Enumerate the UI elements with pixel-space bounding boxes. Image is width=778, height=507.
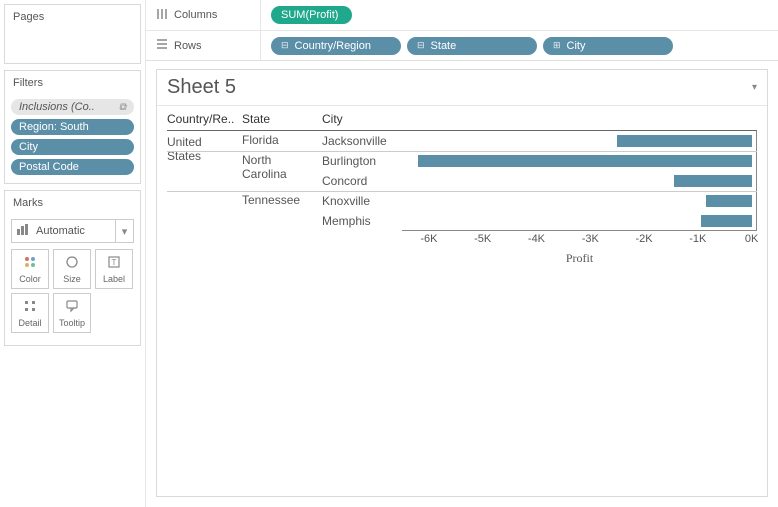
sheet-title[interactable]: Sheet 5	[167, 76, 236, 99]
columns-label: Columns	[174, 9, 217, 21]
color-icon	[23, 255, 37, 272]
chevron-down-icon[interactable]: ▾	[115, 220, 133, 242]
hierarchy-icon: ⊞	[553, 40, 561, 51]
header-country[interactable]: Country/Re..	[167, 112, 242, 126]
x-tick: -2K	[635, 233, 652, 245]
mark-detail-button[interactable]: Detail	[11, 293, 49, 333]
marks-type-label: Automatic	[34, 225, 115, 237]
bar-icon	[12, 224, 34, 238]
filters-card: Filters Inclusions (Co..⧉ Region: South Ci…	[4, 70, 141, 184]
state-label[interactable]: Tennessee	[242, 191, 322, 231]
x-tick: -5K	[474, 233, 491, 245]
filter-pill-1[interactable]: Region: South	[11, 119, 134, 135]
pages-title: Pages	[5, 5, 140, 29]
mark-tooltip-button[interactable]: Tooltip	[53, 293, 91, 333]
bar[interactable]	[701, 215, 752, 227]
hierarchy-icon: ⊟	[417, 40, 425, 51]
rows-pills-pill-0[interactable]: ⊟Country/Region	[271, 37, 401, 55]
country-label[interactable]: United	[167, 135, 242, 149]
marks-type-dropdown[interactable]: Automatic ▾	[11, 219, 134, 243]
x-tick: -3K	[582, 233, 599, 245]
state-label[interactable]: NorthCarolina	[242, 151, 322, 191]
columns-icon	[156, 8, 168, 23]
bar[interactable]	[617, 135, 751, 147]
rows-label: Rows	[174, 40, 202, 52]
filters-title: Filters	[5, 71, 140, 95]
pages-shelf[interactable]: Pages	[4, 4, 141, 64]
columns-pills-pill-0[interactable]: SUM(Profit)	[271, 6, 352, 24]
city-label[interactable]: Knoxville	[322, 191, 402, 211]
columns-shelf[interactable]: Columns SUM(Profit)	[146, 0, 778, 30]
svg-text:T: T	[112, 258, 117, 267]
x-tick: -4K	[528, 233, 545, 245]
x-tick: -6K	[420, 233, 437, 245]
size-icon	[65, 255, 79, 272]
marks-card: Marks Automatic ▾ ColorSizeTLabelDetailT…	[4, 190, 141, 346]
mark-color-button[interactable]: Color	[11, 249, 49, 289]
viz-container: Sheet 5 ▾ Country/Re.. State City United…	[156, 69, 768, 497]
x-tick: 0K	[745, 233, 758, 245]
filter-pill-2[interactable]: City	[11, 139, 134, 155]
header-city[interactable]: City	[322, 112, 402, 126]
marks-title: Marks	[5, 191, 140, 215]
header-state[interactable]: State	[242, 112, 322, 126]
rows-pills-pill-2[interactable]: ⊞City	[543, 37, 673, 55]
x-tick: -1K	[689, 233, 706, 245]
detail-icon	[23, 299, 37, 316]
rows-pills-pill-1[interactable]: ⊟State	[407, 37, 537, 55]
filter-pill-0[interactable]: Inclusions (Co..⧉	[11, 99, 134, 115]
x-axis-label: Profit	[566, 251, 593, 266]
rows-icon	[156, 38, 168, 53]
mark-label-button[interactable]: TLabel	[95, 249, 133, 289]
tooltip-icon	[65, 299, 79, 316]
city-label[interactable]: Memphis	[322, 211, 402, 231]
linked-icon: ⧉	[119, 102, 126, 113]
state-label[interactable]: Florida	[242, 131, 322, 151]
hierarchy-icon: ⊟	[281, 40, 289, 51]
filter-pill-3[interactable]: Postal Code	[11, 159, 134, 175]
bar[interactable]	[418, 155, 751, 167]
bar[interactable]	[674, 175, 752, 187]
bar[interactable]	[706, 195, 752, 207]
city-label[interactable]: Concord	[322, 171, 402, 191]
mark-size-button[interactable]: Size	[53, 249, 91, 289]
city-label[interactable]: Burlington	[322, 151, 402, 171]
sheet-menu-icon[interactable]: ▾	[752, 82, 757, 93]
label-icon: T	[107, 255, 121, 272]
rows-shelf[interactable]: Rows ⊟Country/Region ⊟State ⊞City	[146, 30, 778, 60]
city-label[interactable]: Jacksonville	[322, 131, 402, 151]
